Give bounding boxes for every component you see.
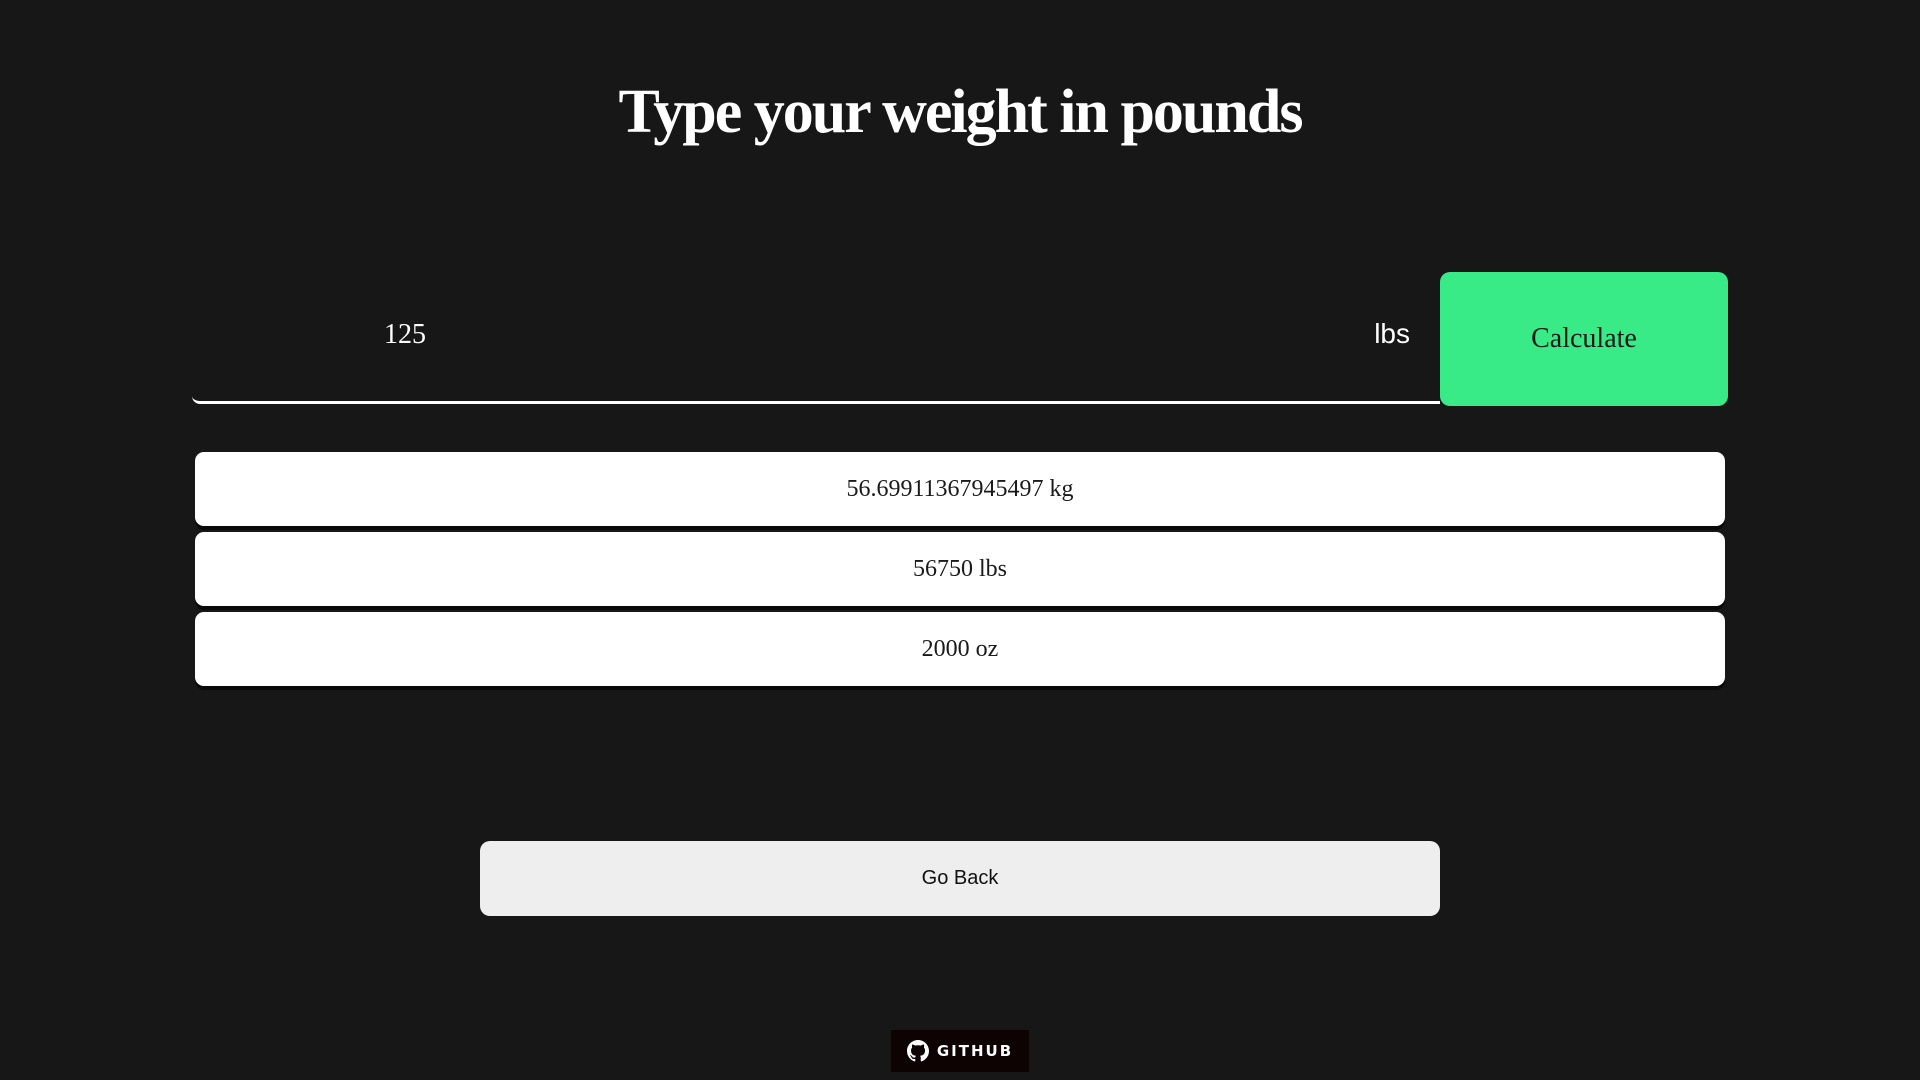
- result-kg: 56.69911367945497 kg: [195, 452, 1725, 526]
- weight-input-wrapper: lbs: [192, 272, 1440, 404]
- github-icon: [906, 1040, 929, 1062]
- go-back-button[interactable]: Go Back: [480, 841, 1440, 916]
- github-label: GITHUB: [936, 1042, 1014, 1060]
- unit-label: lbs: [1374, 318, 1410, 349]
- result-lbs: 56750 lbs: [195, 532, 1725, 606]
- calculate-button[interactable]: Calculate: [1440, 272, 1728, 406]
- weight-input[interactable]: [192, 272, 1312, 398]
- result-oz: 2000 oz: [195, 612, 1725, 686]
- results-list: 56.69911367945497 kg 56750 lbs 2000 oz: [195, 452, 1725, 692]
- page-title: Type your weight in pounds: [618, 78, 1303, 146]
- weight-form: lbs Calculate: [192, 272, 1728, 406]
- github-link[interactable]: GITHUB: [891, 1030, 1029, 1072]
